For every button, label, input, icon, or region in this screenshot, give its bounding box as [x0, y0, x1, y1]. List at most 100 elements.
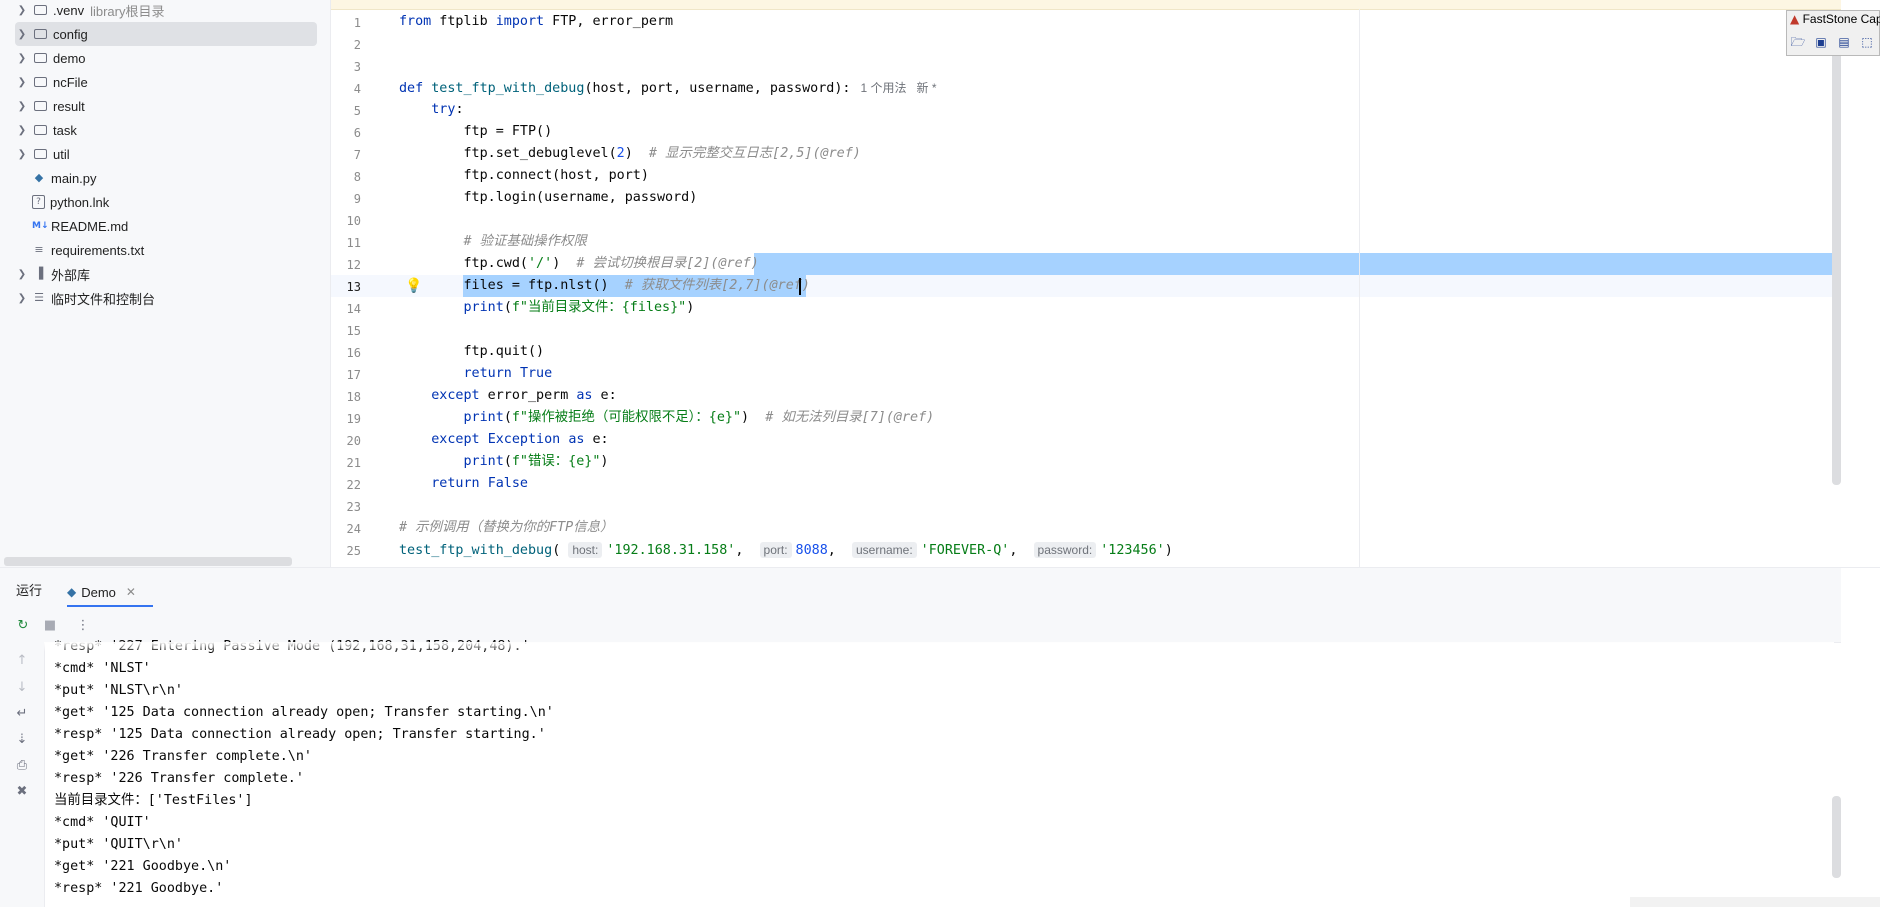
tree-item-ncfile[interactable]: ❯ ncFile: [15, 70, 317, 94]
code-line[interactable]: print(f"当前目录文件：{files}"): [399, 297, 695, 319]
line-number: 19: [346, 412, 361, 426]
library-icon: ▐: [34, 267, 44, 280]
tree-item-requirements[interactable]: ≡ requirements.txt: [29, 238, 317, 262]
code-line[interactable]: return True: [399, 363, 553, 385]
stop-icon[interactable]: ■: [41, 617, 59, 635]
tree-item-util[interactable]: ❯ util: [15, 142, 317, 166]
lightbulb-icon[interactable]: 💡: [405, 278, 422, 294]
editor-vertical-scrollbar[interactable]: [1832, 30, 1841, 485]
line-number: 17: [346, 368, 361, 382]
line-number: 15: [346, 324, 361, 338]
tree-item-label: .venv: [53, 2, 85, 18]
usage-hint[interactable]: 1 个用法: [860, 81, 906, 95]
code-line[interactable]: # 验证基础操作权限: [399, 231, 587, 253]
tree-item-label: demo: [53, 50, 86, 66]
chevron-right-icon[interactable]: ❯: [15, 125, 29, 136]
unknown-file-icon: ?: [32, 195, 45, 209]
line-number: 9: [353, 192, 361, 206]
code-line[interactable]: return False: [399, 473, 528, 495]
code-line[interactable]: ftp = FTP(): [399, 121, 552, 143]
faststone-title-text: FastStone Cap: [1802, 12, 1880, 26]
tree-item-venv[interactable]: ❯ .venv library根目录: [15, 0, 317, 22]
console-line: *put* 'QUIT\r\n': [54, 837, 183, 852]
capture-region-icon[interactable]: ⬚: [1859, 35, 1875, 49]
line-number: 6: [353, 126, 361, 140]
more-options-icon[interactable]: ⋮: [74, 617, 92, 635]
run-panel-header: [0, 568, 1841, 608]
line-number: 20: [346, 434, 361, 448]
code-line[interactable]: ftp.connect(host, port): [399, 165, 648, 187]
code-line[interactable]: ftp.set_debuglevel(2) # 显示完整交互日志[2,5](@r…: [399, 143, 860, 165]
tree-item-external-libraries[interactable]: ❯ ▐ 外部库: [15, 262, 317, 286]
console-line: *get* '221 Goodbye.\n': [54, 859, 232, 874]
tree-horizontal-scrollbar[interactable]: [4, 557, 292, 566]
open-folder-icon[interactable]: 🗁: [1790, 35, 1806, 49]
code-line[interactable]: print(f"操作被拒绝（可能权限不足）：{e}") # 如无法列目录[7](…: [399, 407, 935, 429]
tree-item-config[interactable]: ❯ config: [15, 22, 317, 46]
chevron-right-icon[interactable]: ❯: [15, 5, 29, 16]
arrow-up-icon[interactable]: ↑: [13, 652, 31, 670]
code-line[interactable]: except error_perm as e:: [399, 385, 616, 407]
tree-item-demo[interactable]: ❯ demo: [15, 46, 317, 70]
taskbar-fragment: [1630, 897, 1880, 907]
folder-icon: [34, 125, 47, 135]
chevron-right-icon[interactable]: ❯: [15, 101, 29, 112]
new-hint[interactable]: 新 *: [917, 81, 937, 95]
chevron-right-icon[interactable]: ❯: [15, 293, 29, 304]
folder-icon: [34, 29, 47, 39]
code-line[interactable]: try:: [399, 99, 463, 121]
chevron-right-icon[interactable]: ❯: [15, 149, 29, 160]
code-line[interactable]: # 示例调用（替换为你的FTP信息）: [399, 517, 613, 539]
right-edge: [1841, 0, 1880, 907]
tree-item-label: config: [53, 26, 88, 42]
tree-item-main-py[interactable]: ◆ main.py: [29, 166, 317, 190]
scroll-to-end-icon[interactable]: ⇣: [13, 731, 31, 749]
chevron-right-icon[interactable]: ❯: [15, 269, 29, 280]
folder-icon: [34, 101, 47, 111]
code-line[interactable]: files = ftp.nlst() # 获取文件列表[2,7](@ref): [399, 275, 809, 297]
code-line[interactable]: from ftplib import FTP, error_perm: [399, 11, 673, 33]
line-number: 1: [353, 16, 361, 30]
line-number: 4: [353, 82, 361, 96]
tree-item-label: ncFile: [53, 74, 88, 90]
tree-item-result[interactable]: ❯ result: [15, 94, 317, 118]
tree-item-scratches[interactable]: ❯ ☰ 临时文件和控制台: [15, 286, 317, 310]
tree-item-python-lnk[interactable]: ? python.lnk: [29, 190, 317, 214]
code-line[interactable]: ftp.login(username, password): [399, 187, 697, 209]
arrow-down-icon[interactable]: ↓: [13, 679, 31, 697]
chevron-right-icon[interactable]: ❯: [15, 77, 29, 88]
trash-icon[interactable]: ✖: [13, 783, 31, 801]
chevron-right-icon[interactable]: ❯: [15, 53, 29, 64]
soft-wrap-icon[interactable]: ↵: [13, 705, 31, 723]
tab-label: Demo: [81, 584, 116, 600]
line-number: 2: [353, 38, 361, 52]
code-line[interactable]: ftp.quit(): [399, 341, 544, 363]
tree-item-readme[interactable]: M↓ README.md: [29, 214, 317, 238]
folder-icon: [34, 77, 47, 87]
line-number: 10: [346, 214, 361, 228]
chevron-right-icon[interactable]: ❯: [15, 29, 29, 40]
tab-demo[interactable]: ◆ Demo ✕: [67, 577, 153, 607]
capture-object-icon[interactable]: ▤: [1836, 35, 1852, 49]
code-line[interactable]: test_ftp_with_debug( host: '192.168.31.15…: [399, 539, 1173, 561]
console-line: *resp* '125 Data connection already open…: [54, 727, 546, 742]
line-number: 8: [353, 170, 361, 184]
capture-window-icon[interactable]: ▣: [1813, 35, 1829, 49]
line-number: 5: [353, 104, 361, 118]
scratches-icon: ☰: [34, 291, 44, 304]
code-line[interactable]: print(f"错误：{e}"): [399, 451, 609, 473]
tree-item-task[interactable]: ❯ task: [15, 118, 317, 142]
print-icon[interactable]: ⎙: [13, 757, 31, 775]
code-line[interactable]: def test_ftp_with_debug(host, port, user…: [399, 77, 937, 99]
line-number: 14: [346, 302, 361, 316]
code-text: def test_ftp_with_debug(host, port, user…: [399, 81, 851, 96]
line-number: 22: [346, 478, 361, 492]
run-panel-title: 运行: [16, 583, 43, 598]
rerun-icon[interactable]: ↻: [14, 617, 32, 635]
close-icon[interactable]: ✕: [126, 585, 136, 599]
code-line[interactable]: except Exception as e:: [399, 429, 608, 451]
tree-item-label: 外部库: [51, 267, 91, 283]
tree-item-label: README.md: [51, 218, 129, 234]
code-line[interactable]: ftp.cwd('/') # 尝试切换根目录[2](@ref): [399, 253, 758, 275]
output-vertical-scrollbar[interactable]: [1832, 796, 1841, 878]
